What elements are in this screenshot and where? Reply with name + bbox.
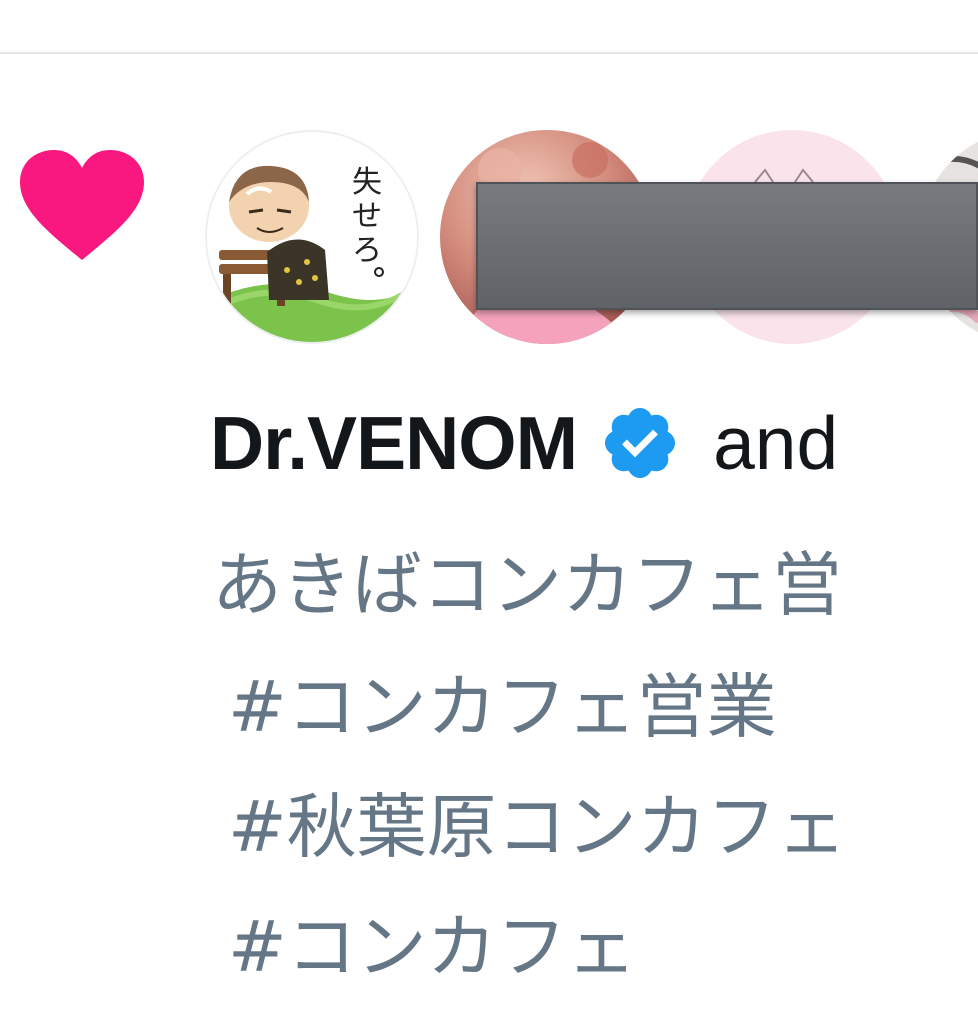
description-line: あきばコンカフェ営 [212, 544, 842, 626]
verified-badge-icon [605, 407, 676, 479]
hashtag-link[interactable]: #秋葉原コンカフェ [228, 792, 847, 862]
and-label: and [713, 401, 839, 485]
svg-text:ろ: ろ [352, 233, 382, 268]
top-divider [0, 52, 978, 54]
hashtag-link[interactable]: #コンカフェ [228, 912, 637, 982]
user-name-link[interactable]: Dr.VENOM [210, 400, 578, 486]
liked-by-line: Dr.VENOM and [210, 398, 838, 488]
avatar-dr-venom[interactable]: 失 せ ろ [205, 130, 419, 344]
notification-screen: 失 せ ろ Dr.VENOM and あきばコンカフェ営 #コンカフェ営業 #秋… [0, 0, 978, 1024]
redaction-box [476, 182, 978, 310]
hashtag-link[interactable]: #コンカフェ営業 [228, 672, 777, 742]
heart-icon [20, 150, 144, 260]
svg-text:失: 失 [352, 165, 382, 200]
svg-text:せ: せ [352, 199, 382, 234]
